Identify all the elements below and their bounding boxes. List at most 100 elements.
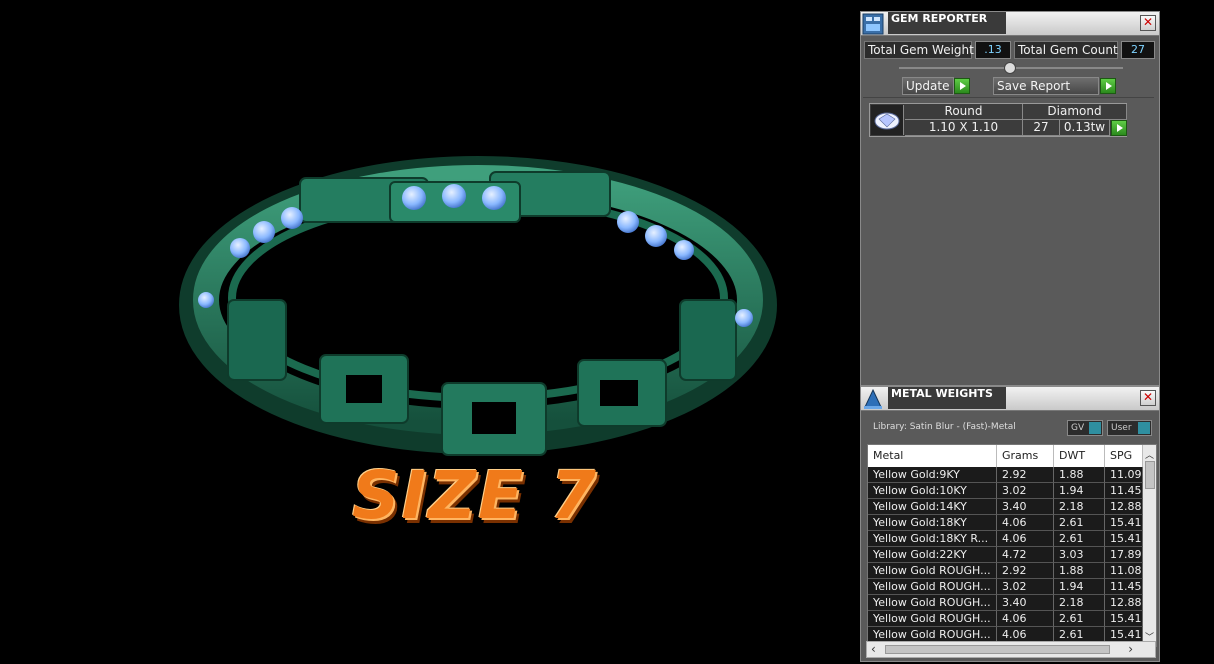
spg-cell: 11.09 bbox=[1105, 467, 1143, 483]
gv-label: GV bbox=[1071, 423, 1085, 433]
dwt-cell: 2.61 bbox=[1054, 531, 1105, 547]
save-report-button[interactable]: Save Report bbox=[993, 77, 1099, 95]
column-header-grams[interactable]: Grams bbox=[997, 445, 1054, 467]
metal-name-cell: Yellow Gold:10KY bbox=[868, 483, 997, 499]
grams-cell: 4.06 bbox=[997, 515, 1054, 531]
table-row[interactable]: Yellow Gold:22KY 4.72 3.03 17.89 bbox=[868, 547, 1143, 563]
grams-cell: 3.40 bbox=[997, 499, 1054, 515]
gem-weight: 0.13tw bbox=[1060, 120, 1110, 136]
metal-name-cell: Yellow Gold:9KY bbox=[868, 467, 997, 483]
user-toggle-icon[interactable] bbox=[1138, 422, 1150, 434]
gem-reporter-panel: GEM REPORTER ✕ Total Gem Weight .13 Tota… bbox=[860, 11, 1160, 386]
column-header-dwt[interactable]: DWT bbox=[1054, 445, 1105, 467]
ring-render bbox=[179, 156, 777, 456]
table-row[interactable]: Yellow Gold:18KY R... 4.06 2.61 15.41 bbox=[868, 531, 1143, 547]
metal-name-cell: Yellow Gold ROUGH... bbox=[868, 611, 997, 627]
spg-cell: 11.45 bbox=[1105, 579, 1143, 595]
close-icon[interactable]: ✕ bbox=[1140, 390, 1156, 406]
dwt-cell: 2.18 bbox=[1054, 595, 1105, 611]
total-gem-count-value: 27 bbox=[1121, 41, 1155, 59]
metal-name-cell: Yellow Gold:22KY bbox=[868, 547, 997, 563]
save-report-play-icon[interactable] bbox=[1100, 78, 1116, 94]
dwt-cell: 1.94 bbox=[1054, 483, 1105, 499]
gem-count: 27 bbox=[1023, 120, 1060, 136]
library-label: Library: Satin Blur - (Fast)-Metal bbox=[873, 422, 1016, 432]
table-row[interactable]: Yellow Gold:9KY 2.92 1.88 11.09 bbox=[868, 467, 1143, 483]
horizontal-scrollbar[interactable]: ‹ › bbox=[866, 641, 1156, 658]
metal-name-cell: Yellow Gold:14KY bbox=[868, 499, 997, 515]
table-row[interactable]: Yellow Gold:10KY 3.02 1.94 11.45 bbox=[868, 483, 1143, 499]
gem-reporter-icon bbox=[862, 13, 884, 35]
dwt-cell: 1.94 bbox=[1054, 579, 1105, 595]
gem-detail-play-icon[interactable] bbox=[1111, 120, 1127, 136]
splitter-knob[interactable] bbox=[1004, 62, 1016, 74]
metal-weights-icon bbox=[862, 388, 884, 410]
column-header-metal[interactable]: Metal bbox=[868, 445, 997, 467]
metal-name-cell: Yellow Gold ROUGH... bbox=[868, 579, 997, 595]
metal-name-cell: Yellow Gold:18KY R... bbox=[868, 531, 997, 547]
metal-weights-title: METAL WEIGHTS bbox=[888, 387, 1006, 409]
grams-cell: 3.02 bbox=[997, 483, 1054, 499]
table-row[interactable]: Yellow Gold:14KY 3.40 2.18 12.88 bbox=[868, 499, 1143, 515]
spg-cell: 12.88 bbox=[1105, 499, 1143, 515]
3d-viewport[interactable]: SIZE 7 bbox=[0, 0, 858, 664]
dwt-cell: 2.61 bbox=[1054, 515, 1105, 531]
metal-name-cell: Yellow Gold ROUGH... bbox=[868, 563, 997, 579]
gem-reporter-titlebar[interactable]: GEM REPORTER ✕ bbox=[861, 12, 1159, 36]
user-button[interactable]: User bbox=[1107, 420, 1152, 436]
size-label: SIZE 7 bbox=[352, 457, 598, 534]
dwt-cell: 2.18 bbox=[1054, 499, 1105, 515]
spg-cell: 11.08 bbox=[1105, 563, 1143, 579]
user-label: User bbox=[1111, 423, 1132, 433]
scroll-left-icon[interactable]: ‹ bbox=[871, 642, 876, 657]
grams-cell: 4.72 bbox=[997, 547, 1054, 563]
grams-cell: 4.06 bbox=[997, 531, 1054, 547]
dwt-cell: 3.03 bbox=[1054, 547, 1105, 563]
total-gem-weight-value: .13 bbox=[975, 41, 1011, 59]
scroll-thumb-horizontal[interactable] bbox=[885, 645, 1110, 654]
spg-cell: 15.41 bbox=[1105, 531, 1143, 547]
dwt-cell: 1.88 bbox=[1054, 563, 1105, 579]
gem-type: Diamond bbox=[1023, 104, 1127, 120]
metal-weights-table: Metal Grams DWT SPG Yellow Gold:9KY 2.92 1… bbox=[867, 444, 1157, 647]
gem-list-area bbox=[863, 97, 1154, 385]
gem-row[interactable]: Round Diamond 1.10 X 1.10 27 0.13tw bbox=[869, 103, 1127, 137]
app-window: SIZE 7 GEM REPORTER ✕ Total Gem Weight .… bbox=[0, 0, 1214, 664]
table-row[interactable]: Yellow Gold ROUGH... 4.06 2.61 15.41 bbox=[868, 611, 1143, 627]
scroll-thumb[interactable] bbox=[1145, 461, 1155, 489]
diamond-thumbnail-icon bbox=[871, 105, 904, 135]
close-icon[interactable]: ✕ bbox=[1140, 15, 1156, 31]
metal-weights-titlebar[interactable]: METAL WEIGHTS ✕ bbox=[861, 387, 1159, 411]
spg-cell: 12.88 bbox=[1105, 595, 1143, 611]
gv-toggle-icon[interactable] bbox=[1089, 422, 1101, 434]
metal-weights-panel: METAL WEIGHTS ✕ Library: Satin Blur - (F… bbox=[860, 386, 1160, 662]
table-row[interactable]: Yellow Gold:18KY 4.06 2.61 15.41 bbox=[868, 515, 1143, 531]
spg-cell: 11.45 bbox=[1105, 483, 1143, 499]
table-row[interactable]: Yellow Gold ROUGH... 3.02 1.94 11.45 bbox=[868, 579, 1143, 595]
gv-button[interactable]: GV bbox=[1067, 420, 1103, 436]
vertical-scrollbar[interactable]: ︿ ﹀ bbox=[1143, 445, 1156, 646]
spg-cell: 15.41 bbox=[1105, 515, 1143, 531]
table-row[interactable]: Yellow Gold ROUGH... 2.92 1.88 11.08 bbox=[868, 563, 1143, 579]
update-play-icon[interactable] bbox=[954, 78, 970, 94]
gem-reporter-title: GEM REPORTER bbox=[888, 12, 1006, 34]
total-gem-count-label: Total Gem Count bbox=[1014, 41, 1118, 59]
dwt-cell: 1.88 bbox=[1054, 467, 1105, 483]
scroll-right-icon[interactable]: › bbox=[1128, 642, 1133, 657]
spg-cell: 17.89 bbox=[1105, 547, 1143, 563]
gem-size: 1.10 X 1.10 bbox=[905, 120, 1023, 136]
dwt-cell: 2.61 bbox=[1054, 611, 1105, 627]
total-gem-weight-label: Total Gem Weight bbox=[864, 41, 974, 59]
grams-cell: 3.02 bbox=[997, 579, 1054, 595]
grams-cell: 2.92 bbox=[997, 563, 1054, 579]
grams-cell: 2.92 bbox=[997, 467, 1054, 483]
column-header-spg[interactable]: SPG bbox=[1105, 445, 1143, 467]
metal-name-cell: Yellow Gold ROUGH... bbox=[868, 595, 997, 611]
table-row[interactable]: Yellow Gold ROUGH... 3.40 2.18 12.88 bbox=[868, 595, 1143, 611]
scroll-up-icon[interactable]: ︿ bbox=[1145, 448, 1154, 461]
grams-cell: 3.40 bbox=[997, 595, 1054, 611]
gem-shape: Round bbox=[905, 104, 1023, 120]
update-button[interactable]: Update bbox=[902, 77, 954, 95]
grams-cell: 4.06 bbox=[997, 611, 1054, 627]
spg-cell: 15.41 bbox=[1105, 611, 1143, 627]
